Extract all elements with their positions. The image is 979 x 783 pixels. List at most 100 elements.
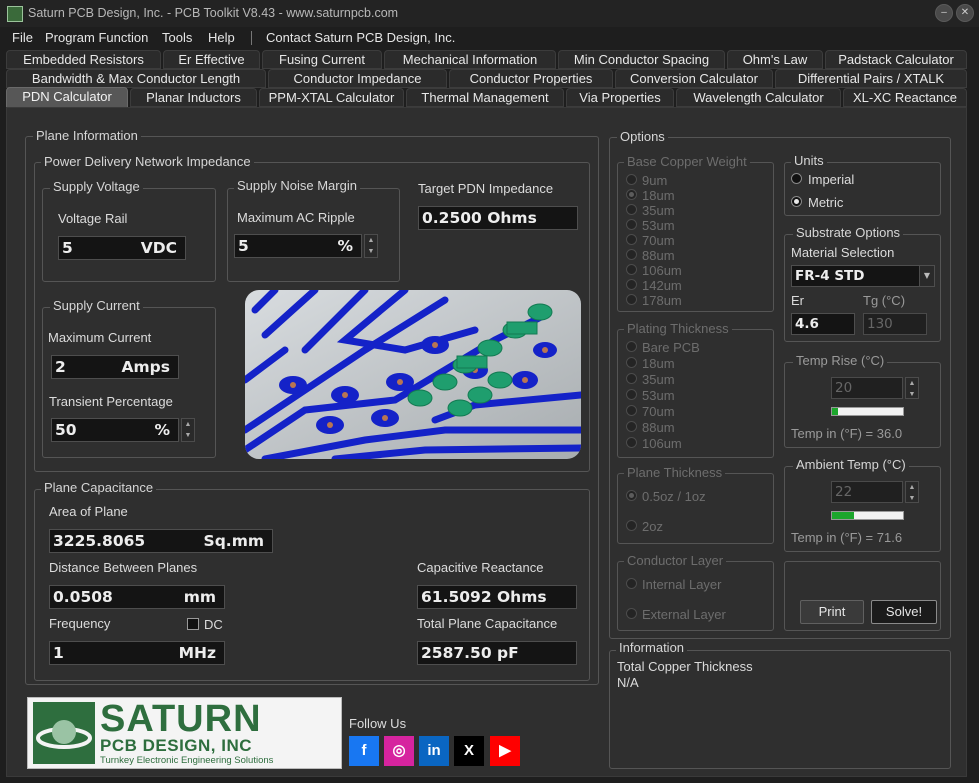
tab-bandwidth[interactable]: Bandwidth & Max Conductor Length [6,69,266,88]
distance-unit: mm [183,588,216,606]
dc-checkbox[interactable] [187,618,199,630]
dropdown-arrow-icon[interactable]: ▼ [919,266,934,286]
distance-input[interactable]: 0.0508 mm [49,585,225,609]
tab-thermal-management[interactable]: Thermal Management [406,88,564,107]
youtube-icon[interactable]: ▶ [490,736,520,766]
area-label: Area of Plane [49,504,128,519]
noise-margin-title: Supply Noise Margin [234,178,360,193]
plating-radio [626,373,637,384]
spin-up-icon[interactable]: ▲ [906,378,918,389]
saturn-logo[interactable]: SATURN PCB DESIGN, INC Turnkey Electroni… [27,697,342,769]
app-icon [7,6,23,22]
conductor-layer-radio [626,578,637,589]
tab-planar-inductors[interactable]: Planar Inductors [130,88,257,107]
base-copper-group [617,162,774,312]
material-select[interactable]: FR-4 STD ▼ [791,265,935,287]
ripple-spinner[interactable]: ▲ ▼ [364,234,378,258]
area-input[interactable]: 3225.8065 Sq.mm [49,529,273,553]
conductor-layer-title: Conductor Layer [624,553,727,568]
base-copper-radio [626,264,637,275]
linkedin-icon[interactable]: in [419,736,449,766]
temp-rise-spinner[interactable]: ▲ ▼ [905,377,919,399]
spin-down-icon[interactable]: ▼ [365,246,377,257]
plating-option: 53um [642,388,675,403]
tab-embedded-resistors[interactable]: Embedded Resistors [6,50,161,69]
voltage-unit: VDC [140,239,177,257]
tab-conductor-impedance[interactable]: Conductor Impedance [268,69,447,88]
metric-radio[interactable] [791,196,802,207]
tab-wavelength-calculator[interactable]: Wavelength Calculator [676,88,841,107]
er-label: Er [791,293,804,308]
spin-down-icon[interactable]: ▼ [906,389,918,400]
tab-min-conductor-spacing[interactable]: Min Conductor Spacing [558,50,725,69]
instagram-icon[interactable]: ◎ [384,736,414,766]
spin-up-icon[interactable]: ▲ [906,482,918,493]
spin-up-icon[interactable]: ▲ [365,235,377,246]
menu-tools[interactable]: Tools [162,30,192,45]
copper-thickness-label: Total Copper Thickness [617,659,753,674]
spin-down-icon[interactable]: ▼ [906,493,918,504]
voltage-rail-input[interactable]: 5 VDC [58,236,186,260]
tab-fusing-current[interactable]: Fusing Current [262,50,382,69]
plating-radio [626,437,637,448]
base-copper-option: 35um [642,203,675,218]
tab-er-effective[interactable]: Er Effective [163,50,260,69]
frequency-input[interactable]: 1 MHz [49,641,225,665]
tab-padstack-calculator[interactable]: Padstack Calculator [825,50,967,69]
tab-ohms-law[interactable]: Ohm's Law [727,50,823,69]
base-copper-option: 9um [642,173,668,188]
max-ac-ripple-input[interactable]: 5 % [234,234,362,258]
ripple-value: 5 [238,237,249,255]
window-title: Saturn PCB Design, Inc. - PCB Toolkit V8… [28,6,399,20]
frequency-unit: MHz [178,644,216,662]
metric-label[interactable]: Metric [808,195,843,210]
base-copper-title: Base Copper Weight [624,154,750,169]
menu-file[interactable]: File [12,30,33,45]
tab-ppm-xtal[interactable]: PPM-XTAL Calculator [259,88,404,107]
plane-thickness-radio [626,520,637,531]
er-input[interactable]: 4.6 [791,313,855,335]
spin-down-icon[interactable]: ▼ [182,430,194,441]
solve-button[interactable]: Solve! [871,600,937,624]
tab-pdn-calculator[interactable]: PDN Calculator [6,87,128,109]
tab-conversion-calculator[interactable]: Conversion Calculator [615,69,773,88]
imperial-label[interactable]: Imperial [808,172,854,187]
max-current-input[interactable]: 2 Amps [51,355,179,379]
copper-thickness-value: N/A [617,675,639,690]
menu-program-function[interactable]: Program Function [45,30,148,45]
transient-value: 50 [55,421,77,439]
plating-radio [626,421,637,432]
tg-input: 130 [863,313,927,335]
tab-conductor-properties[interactable]: Conductor Properties [449,69,613,88]
x-icon[interactable]: X [454,736,484,766]
tab-via-properties[interactable]: Via Properties [566,88,674,107]
supply-voltage-group [42,188,216,282]
spin-up-icon[interactable]: ▲ [182,419,194,430]
tab-xl-xc-reactance[interactable]: XL-XC Reactance [843,88,967,107]
ambient-temp-spinner[interactable]: ▲ ▼ [905,481,919,503]
menu-help[interactable]: Help [208,30,235,45]
tg-label: Tg (°C) [863,293,906,308]
facebook-icon[interactable]: f [349,736,379,766]
base-copper-radio [626,294,637,305]
current-unit: Amps [121,358,170,376]
frequency-label: Frequency [49,616,111,631]
distance-label: Distance Between Planes [49,560,198,575]
temp-rise-input[interactable]: 20 [831,377,903,399]
conductor-layer-option: External Layer [642,607,726,622]
ambient-temp-input[interactable]: 22 [831,481,903,503]
transient-spinner[interactable]: ▲ ▼ [181,418,195,442]
conductor-layer-option: Internal Layer [642,577,722,592]
menu-contact[interactable]: Contact Saturn PCB Design, Inc. [266,30,455,45]
temp-rise-bar [831,407,904,416]
imperial-radio[interactable] [791,173,802,184]
base-copper-radio [626,174,637,185]
tab-differential-pairs[interactable]: Differential Pairs / XTALK [775,69,967,88]
minimize-button[interactable]: – [935,4,953,22]
close-button[interactable]: ✕ [956,4,974,22]
transient-percentage-input[interactable]: 50 % [51,418,179,442]
logo-tagline: Turnkey Electronic Engineering Solutions [100,755,274,766]
tab-mechanical-information[interactable]: Mechanical Information [384,50,556,69]
tab-row-3: Planar Inductors PPM-XTAL Calculator The… [6,87,967,109]
print-button[interactable]: Print [800,600,864,624]
